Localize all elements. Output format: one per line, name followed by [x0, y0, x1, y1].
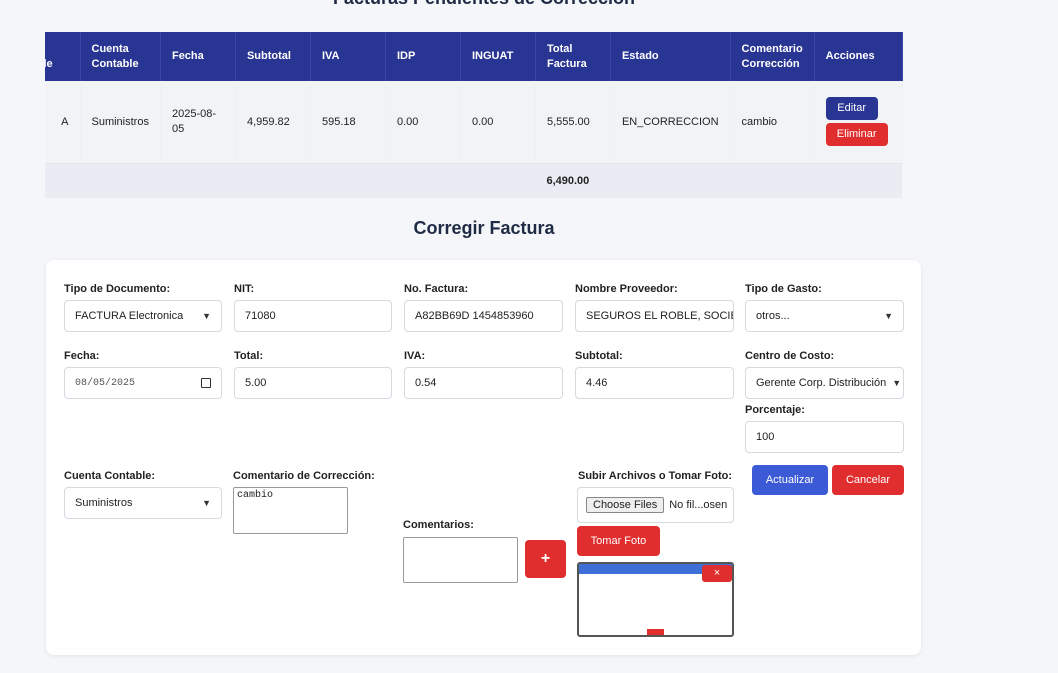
total-input[interactable]: 5.00 [234, 367, 392, 399]
col-header-cuenta: Cuenta Contable [80, 32, 161, 81]
col-header-comentario: Comentario Corrección [730, 32, 815, 81]
iva-input[interactable]: 0.54 [404, 367, 563, 399]
tipo-documento-label: Tipo de Documento: [64, 283, 171, 295]
calendar-icon[interactable] [201, 378, 211, 388]
tipo-gasto-label: Tipo de Gasto: [745, 283, 822, 295]
cell-total: 5,555.00 [535, 81, 611, 164]
cell-comentario: cambio [730, 81, 815, 164]
cell-estado: EN_CORRECCION [610, 81, 731, 164]
cuenta-contable-label: Cuenta Contable: [64, 470, 156, 482]
file-status: No fil...osen [669, 499, 728, 511]
nit-label: NIT: [234, 283, 255, 295]
no-factura-label: No. Factura: [404, 283, 469, 295]
comentario-correccion-textarea[interactable]: cambio [233, 487, 348, 534]
col-header-subtotal: Subtotal [235, 32, 311, 81]
fecha-input[interactable]: 08/05/2025 [64, 367, 222, 399]
iva-value: 0.54 [415, 377, 437, 389]
tipo-gasto-value: otros... [756, 310, 790, 322]
table-row: A Suministros 2025-08-05 4,959.82 595.18… [45, 81, 903, 164]
col-header-iva: IVA [310, 32, 386, 81]
subtotal-input[interactable]: 4.46 [575, 367, 734, 399]
cuenta-contable-value: Suministros [75, 497, 133, 509]
chevron-down-icon: ▼ [884, 311, 893, 321]
cell-subtotal: 4,959.82 [235, 81, 311, 164]
close-icon[interactable]: × [702, 565, 732, 582]
cell-acciones: Editar Eliminar [814, 81, 903, 164]
col-header-estado: Estado [610, 32, 731, 81]
col-header-inguat: INGUAT [460, 32, 536, 81]
cell-idp: 0.00 [385, 81, 461, 164]
total-label: Total: [234, 350, 264, 362]
comentarios-label: Comentarios: [403, 519, 474, 531]
porcentaje-value: 100 [756, 431, 775, 443]
preview-inner-button [647, 629, 664, 635]
chevron-down-icon: ▼ [892, 378, 902, 388]
correction-form: Tipo de Documento: FACTURA Electronica ▼… [46, 260, 921, 655]
cell-combustible: A [45, 81, 81, 164]
cell-fecha: 2025-08-05 [160, 81, 236, 164]
subtotal-value: 4.46 [586, 377, 608, 389]
tomar-foto-button[interactable]: Tomar Foto [577, 526, 660, 556]
chevron-down-icon: ▼ [202, 311, 211, 321]
delete-button[interactable]: Eliminar [825, 123, 888, 147]
centro-costo-value: Gerente Corp. Distribución [756, 377, 887, 389]
no-factura-value: A82BB69D 1454853960 [415, 310, 534, 322]
nombre-proveedor-value: SEGUROS EL ROBLE, SOCIEDAD ANONIMA [586, 310, 733, 322]
porcentaje-input[interactable]: 100 [745, 421, 904, 453]
grand-total: 6,490.00 [535, 163, 611, 198]
comentarios-textarea[interactable] [403, 537, 518, 583]
nit-input[interactable]: 71080 [234, 300, 392, 332]
pending-invoices-title: Facturas Pendientes de Corrección [0, 0, 968, 9]
subtotal-label: Subtotal: [575, 350, 623, 362]
fecha-label: Fecha: [64, 350, 100, 362]
nit-value: 71080 [245, 310, 276, 322]
col-header-fecha: Fecha [160, 32, 236, 81]
file-upload-input[interactable]: Choose Files No fil...osen [577, 487, 734, 523]
cell-iva: 595.18 [310, 81, 386, 164]
col-header-acciones: Acciones [814, 32, 903, 81]
photo-preview: × [577, 562, 734, 637]
table-total-row: 6,490.00 [45, 163, 903, 198]
correct-invoice-title: Corregir Factura [413, 218, 555, 238]
fecha-value: 08/05/2025 [75, 377, 136, 389]
iva-label: IVA: [404, 350, 426, 362]
table-header-row: Tipo de Combustible Cuenta Contable Fech… [45, 32, 903, 81]
cuenta-contable-select[interactable]: Suministros ▼ [64, 487, 222, 519]
cell-inguat: 0.00 [460, 81, 536, 164]
col-header-combustible: Tipo de Combustible [45, 32, 81, 81]
tipo-documento-value: FACTURA Electronica [75, 310, 184, 322]
col-header-idp: IDP [385, 32, 461, 81]
edit-button[interactable]: Editar [825, 97, 878, 121]
archivos-label: Subir Archivos o Tomar Foto: [578, 470, 733, 482]
chevron-down-icon: ▼ [202, 498, 211, 508]
centro-costo-label: Centro de Costo: [745, 350, 835, 362]
add-comment-button[interactable]: + [525, 540, 566, 578]
centro-costo-select[interactable]: Gerente Corp. Distribución ▼ [745, 367, 904, 399]
tipo-documento-select[interactable]: FACTURA Electronica ▼ [64, 300, 222, 332]
cancelar-button[interactable]: Cancelar [832, 465, 904, 495]
choose-files-button[interactable]: Choose Files [586, 497, 665, 513]
comentario-correccion-label: Comentario de Corrección: [233, 470, 375, 482]
total-value: 5.00 [245, 377, 267, 389]
pending-invoices-table: Tipo de Combustible Cuenta Contable Fech… [45, 32, 921, 198]
actualizar-button[interactable]: Actualizar [752, 465, 828, 495]
col-header-total: Total Factura [535, 32, 611, 81]
porcentaje-label: Porcentaje: [745, 404, 805, 416]
nombre-proveedor-label: Nombre Proveedor: [575, 283, 678, 295]
no-factura-input[interactable]: A82BB69D 1454853960 [404, 300, 563, 332]
cell-cuenta: Suministros [80, 81, 161, 164]
tipo-gasto-select[interactable]: otros... ▼ [745, 300, 904, 332]
nombre-proveedor-input[interactable]: SEGUROS EL ROBLE, SOCIEDAD ANONIMA [575, 300, 734, 332]
